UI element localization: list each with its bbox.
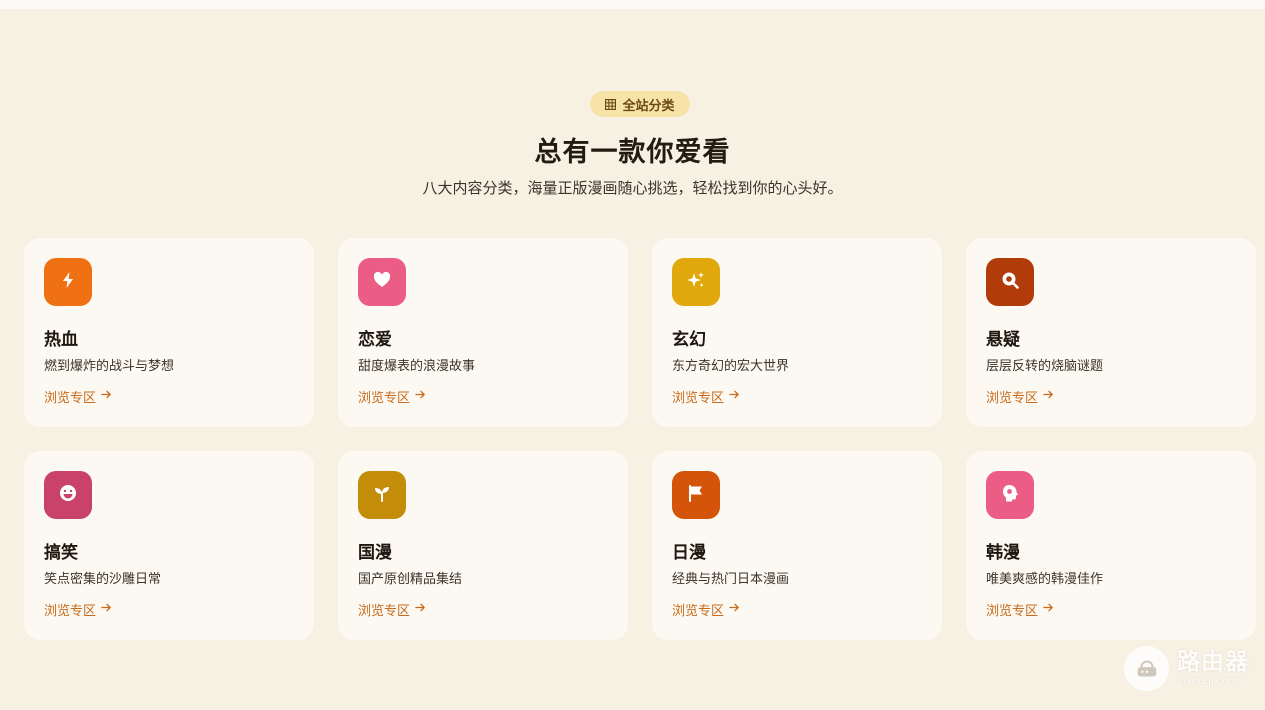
browse-link-label: 浏览专区: [358, 391, 411, 406]
section-subtitle: 八大内容分类，海量正版漫画随心挑选，轻松找到你的心头好。: [422, 179, 843, 197]
search-icon: [1000, 270, 1020, 294]
browse-link-label: 浏览专区: [986, 391, 1039, 406]
browse-link-label: 浏览专区: [44, 604, 97, 619]
browse-link[interactable]: 浏览专区: [672, 387, 740, 406]
card-title: 日漫: [672, 543, 706, 563]
category-card-xuanhuan[interactable]: 玄幻 东方奇幻的宏大世界 浏览专区: [652, 238, 942, 427]
card-icon-badge: [44, 258, 92, 306]
browse-link[interactable]: 浏览专区: [358, 387, 426, 406]
card-description: 燃到爆炸的战斗与梦想: [44, 359, 175, 374]
card-description: 经典与热门日本漫画: [672, 572, 790, 587]
lightning-icon: [58, 270, 78, 294]
card-description: 国产原创精品集结: [358, 572, 463, 587]
arrow-right-icon: [415, 602, 426, 617]
watermark-url: luyouqi.com: [1177, 675, 1239, 687]
card-title: 搞笑: [44, 543, 78, 563]
idea-head-icon: [1000, 483, 1020, 507]
arrow-right-icon: [1043, 389, 1054, 404]
browse-link-label: 浏览专区: [672, 391, 725, 406]
browse-link[interactable]: 浏览专区: [672, 600, 740, 619]
flag-icon: [686, 483, 706, 507]
category-card-hanman[interactable]: 韩漫 唯美爽感的韩漫佳作 浏览专区: [966, 451, 1256, 640]
grid-icon: [605, 98, 617, 110]
card-icon-badge: [672, 471, 720, 519]
card-title: 韩漫: [986, 543, 1020, 563]
card-title: 悬疑: [986, 330, 1020, 350]
browse-link[interactable]: 浏览专区: [358, 600, 426, 619]
sprout-icon: [372, 483, 392, 507]
card-description: 东方奇幻的宏大世界: [672, 359, 790, 374]
watermark-title: 路由器: [1177, 648, 1249, 675]
category-card-riman[interactable]: 日漫 经典与热门日本漫画 浏览专区: [652, 451, 942, 640]
card-icon-badge: [986, 471, 1034, 519]
browse-link-label: 浏览专区: [672, 604, 725, 619]
category-card-xuanyi[interactable]: 悬疑 层层反转的烧脑谜题 浏览专区: [966, 238, 1256, 427]
category-card-gaoxiao[interactable]: 搞笑 笑点密集的沙雕日常 浏览专区: [24, 451, 314, 640]
section-badge-label: 全站分类: [622, 98, 675, 114]
category-card-guoman[interactable]: 国漫 国产原创精品集结 浏览专区: [338, 451, 628, 640]
category-card-lianai[interactable]: 恋爱 甜度爆表的浪漫故事 浏览专区: [338, 238, 628, 427]
card-icon-badge: [44, 471, 92, 519]
heart-icon: [372, 270, 392, 294]
browse-link[interactable]: 浏览专区: [44, 600, 112, 619]
card-description: 甜度爆表的浪漫故事: [358, 359, 476, 374]
arrow-right-icon: [729, 389, 740, 404]
browse-link[interactable]: 浏览专区: [44, 387, 112, 406]
browse-link[interactable]: 浏览专区: [986, 600, 1054, 619]
card-icon-badge: [672, 258, 720, 306]
sparkles-icon: [686, 270, 706, 294]
site-watermark: 路由器 luyouqi.com: [1124, 646, 1249, 691]
section-title: 总有一款你爱看: [534, 137, 731, 168]
card-icon-badge: [358, 258, 406, 306]
card-description: 笑点密集的沙雕日常: [44, 572, 162, 587]
card-description: 唯美爽感的韩漫佳作: [986, 572, 1104, 587]
arrow-right-icon: [101, 389, 112, 404]
card-title: 热血: [44, 330, 78, 350]
router-logo-icon: [1124, 646, 1169, 691]
arrow-right-icon: [1043, 602, 1054, 617]
top-bar: [0, 0, 1265, 9]
card-description: 层层反转的烧脑谜题: [986, 359, 1104, 374]
card-title: 玄幻: [672, 330, 706, 350]
card-icon-badge: [358, 471, 406, 519]
arrow-right-icon: [415, 389, 426, 404]
browse-link[interactable]: 浏览专区: [986, 387, 1054, 406]
arrow-right-icon: [101, 602, 112, 617]
browse-link-label: 浏览专区: [44, 391, 97, 406]
card-title: 恋爱: [358, 330, 392, 350]
arrow-right-icon: [729, 602, 740, 617]
browse-link-label: 浏览专区: [986, 604, 1039, 619]
laugh-icon: [58, 483, 78, 507]
browse-link-label: 浏览专区: [358, 604, 411, 619]
card-title: 国漫: [358, 543, 392, 563]
category-card-rexue[interactable]: 热血 燃到爆炸的战斗与梦想 浏览专区: [24, 238, 314, 427]
section-badge: 全站分类: [590, 91, 690, 117]
card-icon-badge: [986, 258, 1034, 306]
